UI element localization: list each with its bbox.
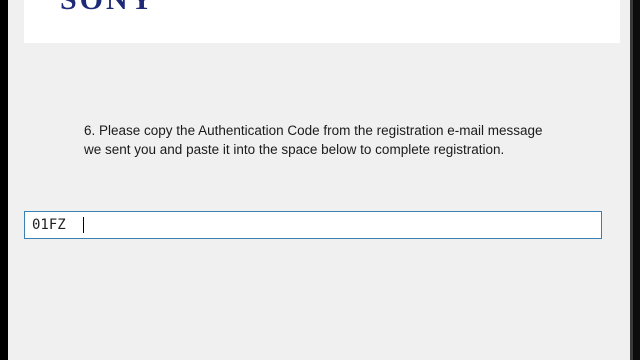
instruction-line-2: we sent you and paste it into the space … [84, 142, 505, 157]
sony-logo: SONY [60, 0, 155, 14]
authentication-code-input[interactable] [24, 211, 602, 239]
registration-window: SONY 6. Please copy the Authentication C… [8, 0, 630, 360]
header-panel: SONY [24, 0, 620, 43]
instruction-text: 6. Please copy the Authentication Code f… [84, 121, 604, 159]
window-edge-shade [630, 0, 633, 360]
window-edge [630, 0, 640, 360]
text-caret [83, 217, 84, 233]
instruction-line-1: 6. Please copy the Authentication Code f… [84, 123, 543, 138]
